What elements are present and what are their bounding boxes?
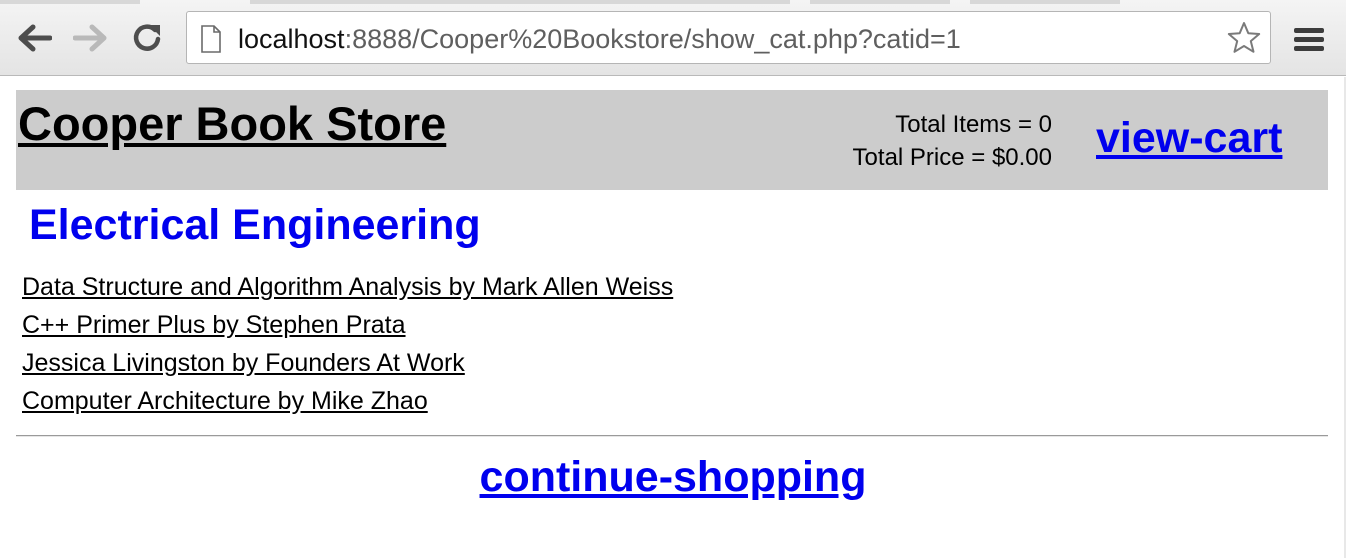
forward-arrow-icon xyxy=(73,24,107,52)
hamburger-menu-icon[interactable] xyxy=(1292,22,1326,56)
book-list: Data Structure and Algorithm Analysis by… xyxy=(22,272,673,424)
list-item: Computer Architecture by Mike Zhao xyxy=(22,386,673,424)
star-icon[interactable] xyxy=(1226,20,1262,56)
total-price: Total Price = $0.00 xyxy=(852,144,1052,171)
book-link[interactable]: Data Structure and Algorithm Analysis by… xyxy=(22,273,673,301)
browser-toolbar: localhost:8888/Cooper%20Bookstore/show_c… xyxy=(0,0,1346,76)
list-item: Data Structure and Algorithm Analysis by… xyxy=(22,272,673,310)
forward-button[interactable] xyxy=(72,20,108,56)
list-item: Jessica Livingston by Founders At Work xyxy=(22,348,673,386)
back-arrow-icon xyxy=(18,24,52,52)
page-icon xyxy=(201,25,221,53)
back-button[interactable] xyxy=(17,20,53,56)
reload-button[interactable] xyxy=(129,20,165,56)
page-content: Cooper Book Store Total Items = 0 Total … xyxy=(0,77,1346,558)
url-text: localhost:8888/Cooper%20Bookstore/show_c… xyxy=(238,24,961,54)
book-link[interactable]: Computer Architecture by Mike Zhao xyxy=(22,387,428,415)
url-path: :8888/Cooper%20Bookstore/show_cat.php?ca… xyxy=(344,24,961,54)
continue-shopping-container: continue-shopping xyxy=(0,453,1346,502)
category-title: Electrical Engineering xyxy=(29,201,481,249)
cart-totals: Total Items = 0 Total Price = $0.00 xyxy=(853,108,1052,174)
url-host: localhost xyxy=(238,24,345,54)
book-link[interactable]: C++ Primer Plus by Stephen Prata xyxy=(22,311,406,339)
continue-shopping-link[interactable]: continue-shopping xyxy=(480,453,867,501)
tab-edge xyxy=(0,0,140,4)
tab-edge xyxy=(970,0,1120,4)
tab-edge xyxy=(250,0,790,4)
store-header: Cooper Book Store Total Items = 0 Total … xyxy=(16,90,1328,190)
view-cart-link[interactable]: view-cart xyxy=(1096,114,1282,163)
tab-edge xyxy=(810,0,950,4)
menu-bar xyxy=(1294,28,1324,33)
total-items: Total Items = 0 xyxy=(895,111,1052,138)
list-item: C++ Primer Plus by Stephen Prata xyxy=(22,310,673,348)
reload-icon xyxy=(133,24,161,51)
book-link[interactable]: Jessica Livingston by Founders At Work xyxy=(22,349,465,377)
store-title: Cooper Book Store xyxy=(18,97,447,150)
horizontal-rule xyxy=(16,435,1328,437)
menu-bar xyxy=(1294,37,1324,42)
menu-bar xyxy=(1294,46,1324,51)
address-bar[interactable]: localhost:8888/Cooper%20Bookstore/show_c… xyxy=(186,11,1271,64)
